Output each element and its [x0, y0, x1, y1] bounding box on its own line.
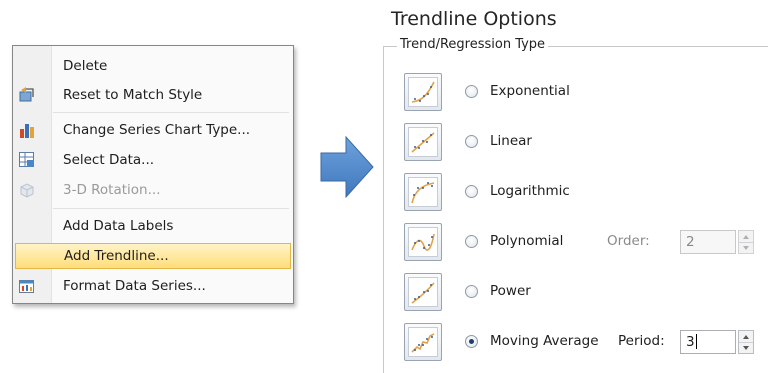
radio-logarithmic[interactable] [465, 185, 478, 198]
trend-option-moving-average: Moving Average Period: 3 [404, 323, 768, 363]
polynomial-trend-icon[interactable] [404, 223, 442, 261]
trendline-options-title: Trendline Options [391, 8, 557, 30]
menu-item-delete[interactable]: Delete [15, 53, 291, 79]
spin-down-icon [739, 242, 753, 253]
period-spinner[interactable] [738, 330, 754, 354]
text-cursor [695, 334, 697, 349]
linear-trend-icon[interactable] [404, 123, 442, 161]
option-label[interactable]: Power [490, 283, 531, 299]
spin-down-icon[interactable] [739, 342, 753, 353]
menu-separator [53, 208, 289, 209]
menu-item-select-data[interactable]: Select Data... [15, 147, 291, 173]
menu-item-label: Delete [63, 58, 108, 74]
menu-item-label: 3-D Rotation... [63, 182, 161, 198]
trend-type-group-label: Trend/Regression Type [397, 37, 549, 52]
select-data-icon [17, 150, 37, 170]
radio-polynomial[interactable] [465, 235, 478, 248]
menu-item-label: Change Series Chart Type... [63, 122, 251, 138]
menu-item-reset-to-match-style[interactable]: Reset to Match Style [15, 82, 291, 108]
power-trend-icon[interactable] [404, 273, 442, 311]
menu-separator [53, 112, 289, 113]
option-label[interactable]: Linear [490, 133, 532, 149]
menu-item-change-series-chart-type[interactable]: Change Series Chart Type... [15, 117, 291, 143]
trend-option-polynomial: Polynomial Order: 2 [404, 223, 768, 263]
menu-item-format-data-series[interactable]: Format Data Series... [15, 273, 291, 299]
order-label: Order: [607, 233, 650, 249]
option-label[interactable]: Logarithmic [490, 183, 570, 199]
option-label[interactable]: Moving Average [490, 333, 599, 349]
order-spinner [738, 230, 754, 254]
menu-item-add-data-labels[interactable]: Add Data Labels [15, 213, 291, 239]
radio-power[interactable] [465, 285, 478, 298]
option-label[interactable]: Exponential [490, 83, 570, 99]
format-series-icon [17, 276, 37, 296]
order-input: 2 [680, 230, 736, 254]
period-value: 3 [686, 334, 695, 350]
context-menu: Delete Reset to Match Style Change Serie… [12, 45, 294, 304]
radio-linear[interactable] [465, 135, 478, 148]
menu-item-label: Format Data Series... [63, 278, 206, 294]
radio-moving-average[interactable] [465, 335, 478, 348]
period-input[interactable]: 3 [680, 330, 736, 354]
menu-item-label: Add Data Labels [63, 218, 174, 234]
menu-item-label: Select Data... [63, 152, 155, 168]
radio-exponential[interactable] [465, 85, 478, 98]
menu-item-label: Reset to Match Style [63, 87, 203, 103]
3d-rotation-icon [17, 180, 37, 200]
menu-item-label: Add Trendline... [64, 248, 169, 264]
trend-option-power: Power [404, 273, 768, 313]
trend-option-linear: Linear [404, 123, 768, 163]
reset-style-icon [17, 85, 37, 105]
logarithmic-trend-icon[interactable] [404, 173, 442, 211]
trend-option-logarithmic: Logarithmic [404, 173, 768, 213]
arrow-right-icon [320, 136, 374, 198]
exponential-trend-icon[interactable] [404, 73, 442, 111]
bar-chart-icon [17, 120, 37, 140]
menu-item-add-trendline[interactable]: Add Trendline... [15, 243, 291, 269]
moving-average-trend-icon[interactable] [404, 323, 442, 361]
period-label: Period: [618, 333, 665, 349]
trend-option-exponential: Exponential [404, 73, 768, 113]
option-label[interactable]: Polynomial [490, 233, 563, 249]
menu-item-3d-rotation: 3-D Rotation... [15, 177, 291, 203]
